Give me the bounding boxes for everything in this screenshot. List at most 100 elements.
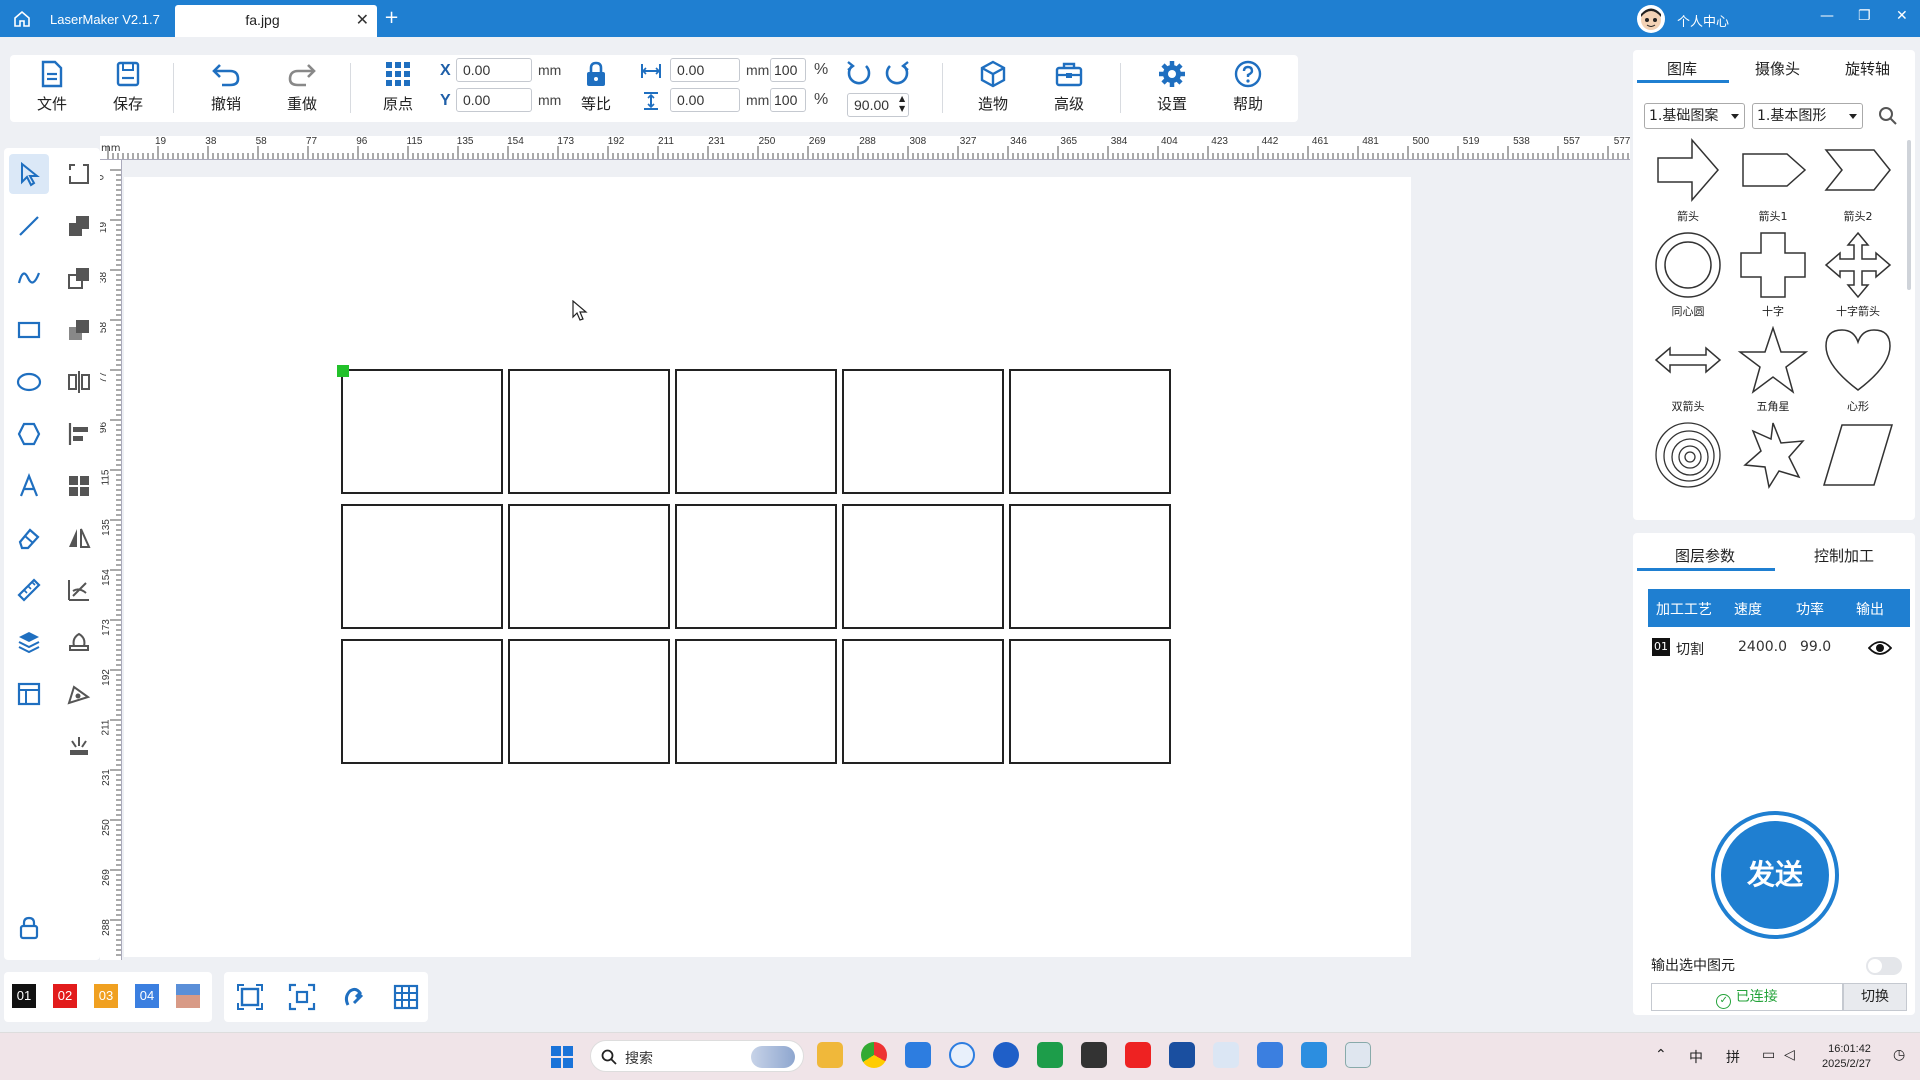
store-app-icon[interactable] (905, 1042, 931, 1068)
layers-tool[interactable] (9, 622, 49, 662)
boolean-subtract-tool[interactable] (59, 258, 99, 298)
height-input[interactable]: 0.00 (670, 88, 740, 112)
monitor-app-icon[interactable] (1213, 1042, 1239, 1068)
settings-button[interactable]: 设置 (1144, 59, 1200, 121)
minimize-button[interactable]: — (1820, 8, 1834, 24)
shape-concentric-circle[interactable]: 同心圆 (1650, 231, 1726, 321)
offset-tool[interactable] (59, 570, 99, 610)
ime-pinyin-indicator[interactable]: 拼 (1726, 1047, 1740, 1067)
boolean-intersect-tool[interactable] (59, 310, 99, 350)
lasermaker-app-icon[interactable] (1301, 1042, 1327, 1068)
library-scrollbar[interactable] (1907, 140, 1911, 290)
build-button[interactable]: 造物 (965, 59, 1021, 121)
text-tool[interactable] (9, 466, 49, 506)
category-select[interactable]: 1.基础图案 (1644, 103, 1745, 129)
layer-speed[interactable]: 2400.0 (1738, 639, 1787, 655)
shape-cross-arrow[interactable]: 十字箭头 (1820, 231, 1896, 321)
tab-layer-params[interactable]: 图层参数 (1675, 545, 1735, 566)
maximize-button[interactable]: ❐ (1858, 8, 1871, 24)
ellipse-tool[interactable] (9, 362, 49, 402)
taskbar-search[interactable]: 搜索 (590, 1040, 804, 1072)
mirror-tool[interactable] (59, 362, 99, 402)
eye-icon[interactable] (1868, 638, 1892, 658)
cut-path-tool[interactable] (59, 674, 99, 714)
grid-rectangle[interactable] (508, 504, 670, 629)
grid-rectangle[interactable] (1009, 639, 1171, 764)
fit-page-icon[interactable] (236, 983, 264, 1011)
grid-rectangle[interactable] (675, 639, 837, 764)
align-tool[interactable] (59, 414, 99, 454)
layer-chip-01[interactable]: 01 (12, 984, 36, 1008)
volume-icon[interactable]: ◁ (1784, 1047, 1795, 1063)
flip-tool[interactable] (59, 518, 99, 558)
tab-library[interactable]: 图库 (1667, 58, 1697, 79)
shape-spiral[interactable] (1650, 421, 1726, 511)
notification-icon[interactable]: ◷ (1893, 1047, 1905, 1063)
redo-button[interactable]: 重做 (274, 59, 330, 121)
shape-arrow-2[interactable]: 箭头2 (1820, 136, 1896, 226)
grid-rectangle[interactable] (341, 639, 503, 764)
chat-app-icon[interactable] (949, 1042, 975, 1068)
advanced-button[interactable]: 高级 (1041, 59, 1097, 121)
rotate-right-icon[interactable] (882, 58, 912, 88)
array-tool[interactable] (59, 466, 99, 506)
close-button[interactable]: ✕ (1896, 8, 1908, 24)
home-icon[interactable] (12, 9, 32, 29)
system-clock[interactable]: 16:01:42 2025/2/27 (1822, 1042, 1871, 1072)
image-layer-chip[interactable] (176, 984, 200, 1008)
video-app-icon[interactable] (1257, 1042, 1283, 1068)
grid-view-icon[interactable] (392, 983, 420, 1011)
k-app-icon[interactable] (993, 1042, 1019, 1068)
undo-button[interactable]: 撤销 (198, 59, 254, 121)
lock-canvas-button[interactable] (9, 908, 49, 948)
pan-hand-icon[interactable] (340, 983, 368, 1011)
width-percent-input[interactable]: 100 (770, 58, 806, 82)
grid-rectangle[interactable] (842, 369, 1004, 494)
avatar[interactable] (1637, 5, 1665, 33)
laser-effect-tool[interactable] (59, 726, 99, 766)
chrome-icon[interactable] (861, 1042, 887, 1068)
shape-cross[interactable]: 十字 (1735, 231, 1811, 321)
line-tool[interactable] (9, 206, 49, 246)
user-center-link[interactable]: 个人中心 (1677, 11, 1729, 30)
file-tab[interactable]: fa.jpg ✕ (175, 5, 377, 37)
layout-tool[interactable] (9, 674, 49, 714)
layer-chip-03[interactable]: 03 (94, 984, 118, 1008)
table-row[interactable]: 01 切割 2400.0 99.0 (1648, 630, 1910, 666)
shape-six-point-star[interactable] (1735, 421, 1811, 511)
spreadsheet-app-icon[interactable] (1037, 1042, 1063, 1068)
windows-start-icon[interactable] (550, 1045, 574, 1069)
width-input[interactable]: 0.00 (670, 58, 740, 82)
rotation-stepper[interactable]: ▲ ▼ (899, 94, 905, 114)
tab-rotary[interactable]: 旋转轴 (1845, 58, 1890, 79)
layer-chip-02[interactable]: 02 (53, 984, 77, 1008)
ime-mode-indicator[interactable]: 中 (1689, 1047, 1703, 1067)
switch-device-button[interactable]: 切换 (1843, 983, 1907, 1011)
layer-power[interactable]: 99.0 (1800, 639, 1831, 655)
grid-rectangle[interactable] (675, 504, 837, 629)
close-tab-icon[interactable]: ✕ (356, 10, 369, 29)
height-percent-input[interactable]: 100 (770, 88, 806, 112)
tab-camera[interactable]: 摄像头 (1755, 58, 1800, 79)
shape-double-arrow[interactable]: 双箭头 (1650, 326, 1726, 416)
y-input[interactable]: 0.00 (456, 88, 532, 112)
layer-chip-04[interactable]: 04 (135, 984, 159, 1008)
node-edit-tool[interactable] (59, 154, 99, 194)
file-explorer-icon[interactable] (817, 1042, 843, 1068)
curve-tool[interactable] (9, 258, 49, 298)
network-icon[interactable]: ▭ (1762, 1047, 1775, 1063)
origin-button[interactable]: 原点 (370, 59, 426, 121)
shape-arrow[interactable]: 箭头 (1650, 136, 1726, 226)
rectangle-tool[interactable] (9, 310, 49, 350)
help-button[interactable]: 帮助 (1220, 59, 1276, 121)
grid-rectangle[interactable] (675, 369, 837, 494)
shape-heart[interactable]: 心形 (1820, 326, 1896, 416)
shape-star[interactable]: 五角星 (1735, 326, 1811, 416)
measure-tool[interactable] (9, 570, 49, 610)
search-icon[interactable] (1878, 106, 1898, 126)
tray-chevron-up-icon[interactable]: ⌃ (1655, 1047, 1667, 1063)
fit-selection-icon[interactable] (288, 983, 316, 1011)
grid-rectangle[interactable] (842, 639, 1004, 764)
remote-desktop-icon[interactable] (1345, 1042, 1371, 1068)
selection-handle[interactable] (337, 365, 349, 377)
